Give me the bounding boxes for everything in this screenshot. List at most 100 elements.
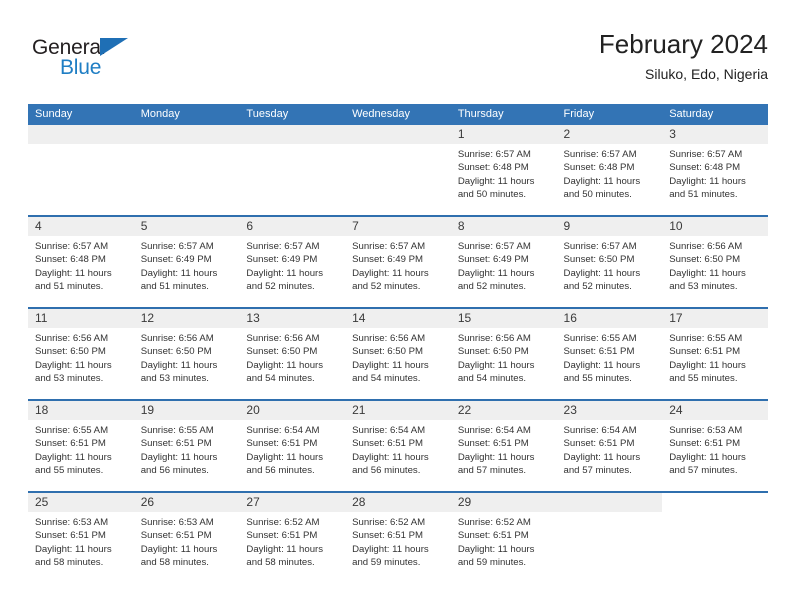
day-cell[interactable]: 11 Sunrise: 6:56 AM Sunset: 6:50 PM Dayligh… (28, 309, 134, 399)
day-cell[interactable]: 23 Sunrise: 6:54 AM Sunset: 6:51 PM Dayligh… (556, 401, 663, 491)
day-cell[interactable]: 8 Sunrise: 6:57 AM Sunset: 6:49 PM Daylight… (450, 217, 557, 307)
daylight-text-line1: Daylight: 11 hours (669, 451, 746, 463)
day-number-band: 27 (239, 493, 346, 512)
day-cell[interactable]: 16 Sunrise: 6:55 AM Sunset: 6:51 PM Dayligh… (556, 309, 663, 399)
day-number-band: 8 (450, 217, 557, 236)
weekday-header-monday: Monday (140, 108, 180, 120)
day-details: Sunrise: 6:56 AM Sunset: 6:50 PM Daylight:… (134, 328, 240, 386)
daylight-text-line1: Daylight: 11 hours (352, 267, 429, 279)
day-number: 5 (140, 219, 148, 233)
sunset-text: Sunset: 6:50 PM (669, 254, 741, 266)
page-subtitle: Siluko, Edo, Nigeria (645, 66, 768, 82)
day-number: 16 (563, 311, 577, 325)
day-cell[interactable]: 24 Sunrise: 6:53 AM Sunset: 6:51 PM Dayligh… (662, 401, 768, 491)
day-cell[interactable]: 20 Sunrise: 6:54 AM Sunset: 6:51 PM Dayligh… (239, 401, 346, 491)
day-cell[interactable]: 1 Sunrise: 6:57 AM Sunset: 6:48 PM Daylight… (450, 125, 557, 215)
day-number-band: 2 (556, 125, 663, 144)
day-cell[interactable]: 15 Sunrise: 6:56 AM Sunset: 6:50 PM Dayligh… (450, 309, 557, 399)
daylight-text-line2: and 55 minutes. (563, 373, 632, 385)
day-cell[interactable]: 17 Sunrise: 6:55 AM Sunset: 6:51 PM Dayligh… (662, 309, 768, 399)
calendar-page: General Blue February 2024 Siluko, Edo, … (0, 0, 792, 612)
sunset-text: Sunset: 6:48 PM (669, 162, 741, 174)
weekday-header-row: Sunday Monday Tuesday Wednesday Thursday Frid… (28, 104, 768, 125)
daylight-text-line2: and 59 minutes. (352, 557, 421, 569)
day-number: 10 (669, 219, 683, 233)
day-cell[interactable]: 9 Sunrise: 6:57 AM Sunset: 6:50 PM Daylight… (556, 217, 663, 307)
day-cell[interactable]: 5 Sunrise: 6:57 AM Sunset: 6:49 PM Daylight… (133, 217, 240, 307)
daylight-text-line1: Daylight: 11 hours (140, 267, 218, 279)
weekday-header-wednesday: Wednesday (352, 108, 410, 120)
calendar-weeks: 1 Sunrise: 6:57 AM Sunset: 6:48 PM Daylight… (28, 125, 768, 583)
day-number: 15 (457, 311, 472, 325)
day-cell[interactable]: 4 Sunrise: 6:57 AM Sunset: 6:48 PM Daylight… (28, 217, 134, 307)
weekday-header-saturday: Saturday (669, 108, 714, 120)
day-number: 26 (140, 495, 155, 509)
day-details: Sunrise: 6:56 AM Sunset: 6:50 PM Daylight:… (345, 328, 451, 386)
day-cell[interactable]: 18 Sunrise: 6:55 AM Sunset: 6:51 PM Dayligh… (28, 401, 134, 491)
daylight-text-line2: and 51 minutes. (140, 281, 209, 293)
day-cell[interactable]: 25 Sunrise: 6:53 AM Sunset: 6:51 PM Dayligh… (28, 493, 134, 583)
day-cell[interactable]: 22 Sunrise: 6:54 AM Sunset: 6:51 PM Dayligh… (450, 401, 557, 491)
day-cell[interactable]: 26 Sunrise: 6:53 AM Sunset: 6:51 PM Dayligh… (133, 493, 240, 583)
day-details: Sunrise: 6:57 AM Sunset: 6:48 PM Daylight:… (451, 144, 557, 202)
day-cell[interactable]: 13 Sunrise: 6:56 AM Sunset: 6:50 PM Dayligh… (239, 309, 346, 399)
daylight-text-line2: and 50 minutes. (563, 189, 632, 201)
day-cell[interactable]: 21 Sunrise: 6:54 AM Sunset: 6:51 PM Dayligh… (345, 401, 451, 491)
calendar-week-row: 1 Sunrise: 6:57 AM Sunset: 6:48 PM Daylight… (28, 125, 768, 215)
calendar-week-row: 18 Sunrise: 6:55 AM Sunset: 6:51 PM Dayligh… (28, 399, 768, 491)
daylight-text-line2: and 58 minutes. (35, 557, 104, 569)
daylight-text-line2: and 51 minutes. (669, 189, 738, 201)
sunset-text: Sunset: 6:50 PM (352, 346, 424, 358)
sunset-text: Sunset: 6:51 PM (669, 346, 741, 358)
day-cell[interactable]: 27 Sunrise: 6:52 AM Sunset: 6:51 PM Dayligh… (239, 493, 346, 583)
daylight-text-line2: and 54 minutes. (246, 373, 315, 385)
day-cell[interactable]: 10 Sunrise: 6:56 AM Sunset: 6:50 PM Dayligh… (662, 217, 768, 307)
daylight-text-line2: and 52 minutes. (246, 281, 315, 293)
weekday-header-sunday: Sunday (35, 108, 73, 120)
day-cell[interactable]: 28 Sunrise: 6:52 AM Sunset: 6:51 PM Dayligh… (345, 493, 451, 583)
calendar-grid: Sunday Monday Tuesday Wednesday Thursday Frid… (28, 104, 768, 583)
sunrise-text: Sunrise: 6:57 AM (246, 241, 320, 252)
day-number: 13 (246, 311, 260, 325)
day-details: Sunrise: 6:56 AM Sunset: 6:50 PM Daylight:… (28, 328, 134, 386)
daylight-text-line2: and 52 minutes. (457, 281, 527, 293)
day-details (345, 144, 451, 148)
day-cell[interactable]: 29 Sunrise: 6:52 AM Sunset: 6:51 PM Dayligh… (450, 493, 557, 583)
day-cell[interactable]: 6 Sunrise: 6:57 AM Sunset: 6:49 PM Daylight… (239, 217, 346, 307)
sunset-text: Sunset: 6:50 PM (563, 254, 635, 266)
sunrise-text: Sunrise: 6:52 AM (352, 517, 426, 528)
day-number: 2 (563, 127, 571, 141)
day-cell[interactable]: 2 Sunrise: 6:57 AM Sunset: 6:48 PM Daylight… (556, 125, 663, 215)
logo-triangle-icon (100, 38, 128, 56)
sunrise-text: Sunrise: 6:52 AM (246, 517, 320, 528)
daylight-text-line1: Daylight: 11 hours (140, 451, 218, 463)
day-number-band: 11 (28, 309, 134, 328)
day-number-band: 1 (450, 125, 557, 144)
day-number-band: 12 (133, 309, 240, 328)
day-details: Sunrise: 6:55 AM Sunset: 6:51 PM Daylight:… (28, 420, 134, 478)
day-number-band: 23 (556, 401, 663, 420)
daylight-text-line1: Daylight: 11 hours (563, 359, 641, 371)
day-cell-empty (28, 125, 134, 215)
day-cell[interactable]: 3 Sunrise: 6:57 AM Sunset: 6:48 PM Daylight… (662, 125, 768, 215)
daylight-text-line1: Daylight: 11 hours (563, 267, 641, 279)
day-details: Sunrise: 6:56 AM Sunset: 6:50 PM Daylight:… (239, 328, 345, 386)
day-cell[interactable]: 14 Sunrise: 6:56 AM Sunset: 6:50 PM Dayligh… (345, 309, 451, 399)
day-cell[interactable]: 7 Sunrise: 6:57 AM Sunset: 6:49 PM Daylight… (345, 217, 451, 307)
day-number: 1 (457, 127, 465, 141)
sunrise-text: Sunrise: 6:57 AM (140, 241, 214, 252)
day-number-band: 15 (450, 309, 557, 328)
sunrise-text: Sunrise: 6:57 AM (563, 241, 637, 252)
day-cell[interactable]: 19 Sunrise: 6:55 AM Sunset: 6:51 PM Dayligh… (133, 401, 240, 491)
sunrise-text: Sunrise: 6:57 AM (457, 149, 531, 160)
daylight-text-line1: Daylight: 11 hours (140, 543, 218, 555)
day-cell[interactable]: 12 Sunrise: 6:56 AM Sunset: 6:50 PM Dayligh… (133, 309, 240, 399)
day-details: Sunrise: 6:52 AM Sunset: 6:51 PM Daylight:… (451, 512, 557, 570)
day-number-band: 29 (450, 493, 557, 512)
sunrise-text: Sunrise: 6:54 AM (563, 425, 637, 436)
sunset-text: Sunset: 6:51 PM (246, 438, 318, 450)
sunset-text: Sunset: 6:51 PM (352, 530, 424, 542)
daylight-text-line1: Daylight: 11 hours (669, 175, 746, 187)
daylight-text-line1: Daylight: 11 hours (35, 359, 112, 371)
day-details: Sunrise: 6:57 AM Sunset: 6:48 PM Daylight:… (28, 236, 134, 294)
